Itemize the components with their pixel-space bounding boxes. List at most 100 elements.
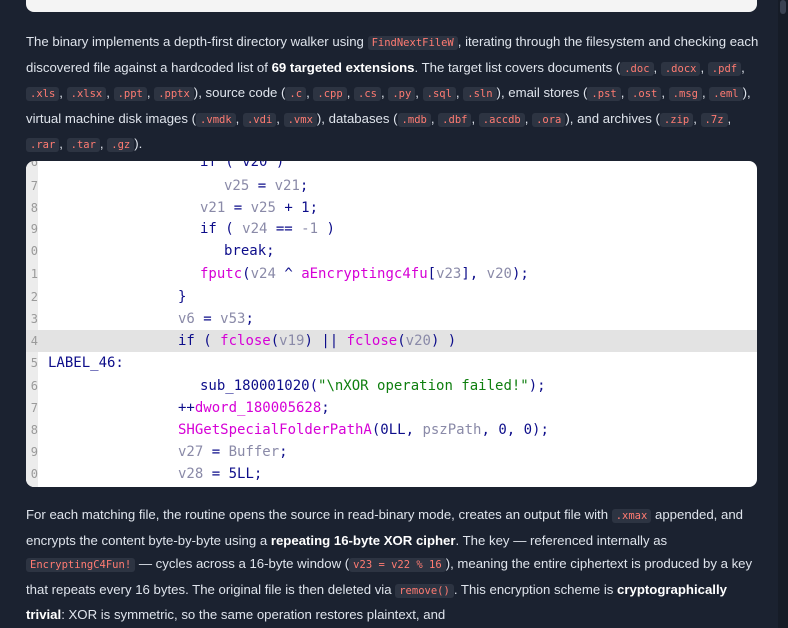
line-number: 7: [30, 401, 38, 415]
email-extension-list: .pst, .ost, .msg, .eml: [587, 85, 743, 101]
code-token: ;: [245, 311, 254, 327]
extension-code: .rar: [26, 138, 60, 152]
extension-code: .ora: [532, 112, 566, 127]
separator: ,: [653, 59, 661, 75]
code-line: v28 = 5LL;: [178, 465, 262, 483]
code-token: ++: [178, 400, 195, 416]
code-token: [: [427, 266, 437, 282]
code-token: v19: [279, 333, 305, 349]
inline-code: remove(): [395, 583, 454, 598]
extension-code: .vmdk: [196, 112, 236, 127]
code-token: v21: [200, 200, 226, 216]
extension-code: .xlsx: [66, 87, 107, 101]
separator: ,: [415, 85, 423, 100]
scrollbar-thumb[interactable]: [780, 0, 786, 14]
separator: ,: [524, 110, 533, 126]
text: ), source code (: [193, 85, 286, 100]
code-line: }: [178, 288, 186, 306]
code-line: if ( fclose(v19) || fclose(v20) ): [178, 332, 456, 350]
text: ), and archives (: [565, 110, 660, 126]
code-token: 5LL: [228, 466, 254, 482]
line-number: 2: [30, 290, 38, 304]
extension-code: .c: [285, 87, 307, 101]
code-token: ) ||: [304, 333, 347, 349]
code-token: ==: [267, 221, 302, 237]
code-token: );: [511, 266, 529, 282]
code-token: =: [194, 311, 221, 327]
code-token: =: [249, 178, 275, 194]
separator: ,: [693, 110, 701, 126]
inline-code: .xmax: [611, 509, 652, 523]
code-line: SHGetSpecialFolderPathA(0LL, pszPath, 0,…: [178, 421, 549, 439]
bold-text: 69 targeted extensions: [271, 59, 415, 75]
extension-code: .tar: [66, 138, 100, 152]
code-token: (: [270, 333, 280, 349]
intro-paragraph: The binary implements a depth-first dire…: [26, 30, 761, 158]
code-line: v21 = v25 + 1;: [200, 199, 318, 217]
line-number: 8: [30, 423, 38, 437]
separator: ,: [471, 110, 479, 126]
code-token: v21: [274, 178, 300, 194]
scrollbar[interactable]: [778, 0, 788, 628]
text: : XOR is symmetric, so the same operatio…: [61, 607, 446, 622]
code-token: v20: [486, 266, 512, 282]
extension-code: .ppt: [113, 87, 147, 101]
code-token: ) ): [430, 333, 457, 349]
code-line: LABEL_46:: [48, 354, 124, 372]
code-line: v6 = v53;: [178, 310, 254, 328]
inline-code: FindNextFileW: [367, 36, 458, 50]
code-token: v25: [224, 178, 250, 194]
line-number: 7: [30, 179, 38, 193]
text: — cycles across a 16-byte window (: [135, 556, 350, 571]
extension-code: .gz: [107, 138, 135, 152]
vm-extension-list: .vmdk, .vdi, .vmx: [196, 110, 317, 127]
extension-code: .docx: [660, 61, 701, 76]
extension-code: .pptx: [154, 87, 194, 101]
line-number: 6: [30, 161, 38, 169]
text: For each matching file, the routine open…: [26, 507, 612, 522]
code-token: v28: [178, 466, 204, 482]
code-token: ^: [275, 266, 302, 282]
code-token: ;: [321, 400, 330, 416]
code-token: ;: [279, 444, 288, 460]
extension-code: .accdb: [478, 112, 525, 127]
code-line: ++dword_180005628;: [178, 399, 330, 417]
db-extension-list: .mdb, .dbf, .accdb, .ora: [397, 110, 566, 127]
line-number: 6: [30, 379, 38, 393]
code-line: break;: [224, 242, 275, 260]
separator: ,: [346, 85, 355, 100]
extension-code: .xls: [26, 87, 60, 101]
code-token: v27: [178, 444, 204, 460]
extension-code: .doc: [620, 61, 654, 76]
text: The binary implements a depth-first dire…: [26, 34, 368, 49]
extension-code: .vdi: [242, 112, 277, 127]
extension-code: .eml: [709, 87, 743, 101]
extension-code: .msg: [668, 87, 702, 101]
code-line: sub_180001020("\nXOR operation failed!")…: [200, 377, 546, 395]
inline-code: EncryptingC4Fun!: [26, 558, 136, 572]
text: ).: [134, 136, 143, 151]
extension-code: .7z: [700, 112, 728, 127]
line-number: 5: [30, 356, 38, 370]
text: . The key — referenced internally as: [455, 532, 668, 548]
code-token: Buffer: [228, 444, 280, 460]
code-line: v25 = v21;: [224, 177, 308, 195]
code-token: v24: [242, 221, 268, 237]
code-token: , 0, 0);: [481, 422, 549, 438]
code-token: dword_180005628: [194, 400, 322, 416]
code-token: ;: [253, 466, 263, 482]
code-token: (0LL,: [371, 422, 423, 438]
code-token: v6: [178, 311, 195, 327]
code-token: sub_180001020: [200, 378, 310, 394]
separator: ,: [235, 110, 243, 126]
code-token: fputc: [200, 266, 243, 282]
text: ), email stores (: [496, 85, 588, 100]
separator: ,: [700, 59, 708, 75]
extension-code: .pst: [587, 87, 621, 101]
extension-code: .sql: [422, 87, 456, 101]
code-line: v27 = Buffer;: [178, 443, 288, 461]
line-number: 0: [30, 244, 38, 258]
code-token: =: [225, 200, 251, 216]
code-line: if ( v20 ): [200, 161, 284, 171]
code-token: ;: [299, 178, 309, 194]
